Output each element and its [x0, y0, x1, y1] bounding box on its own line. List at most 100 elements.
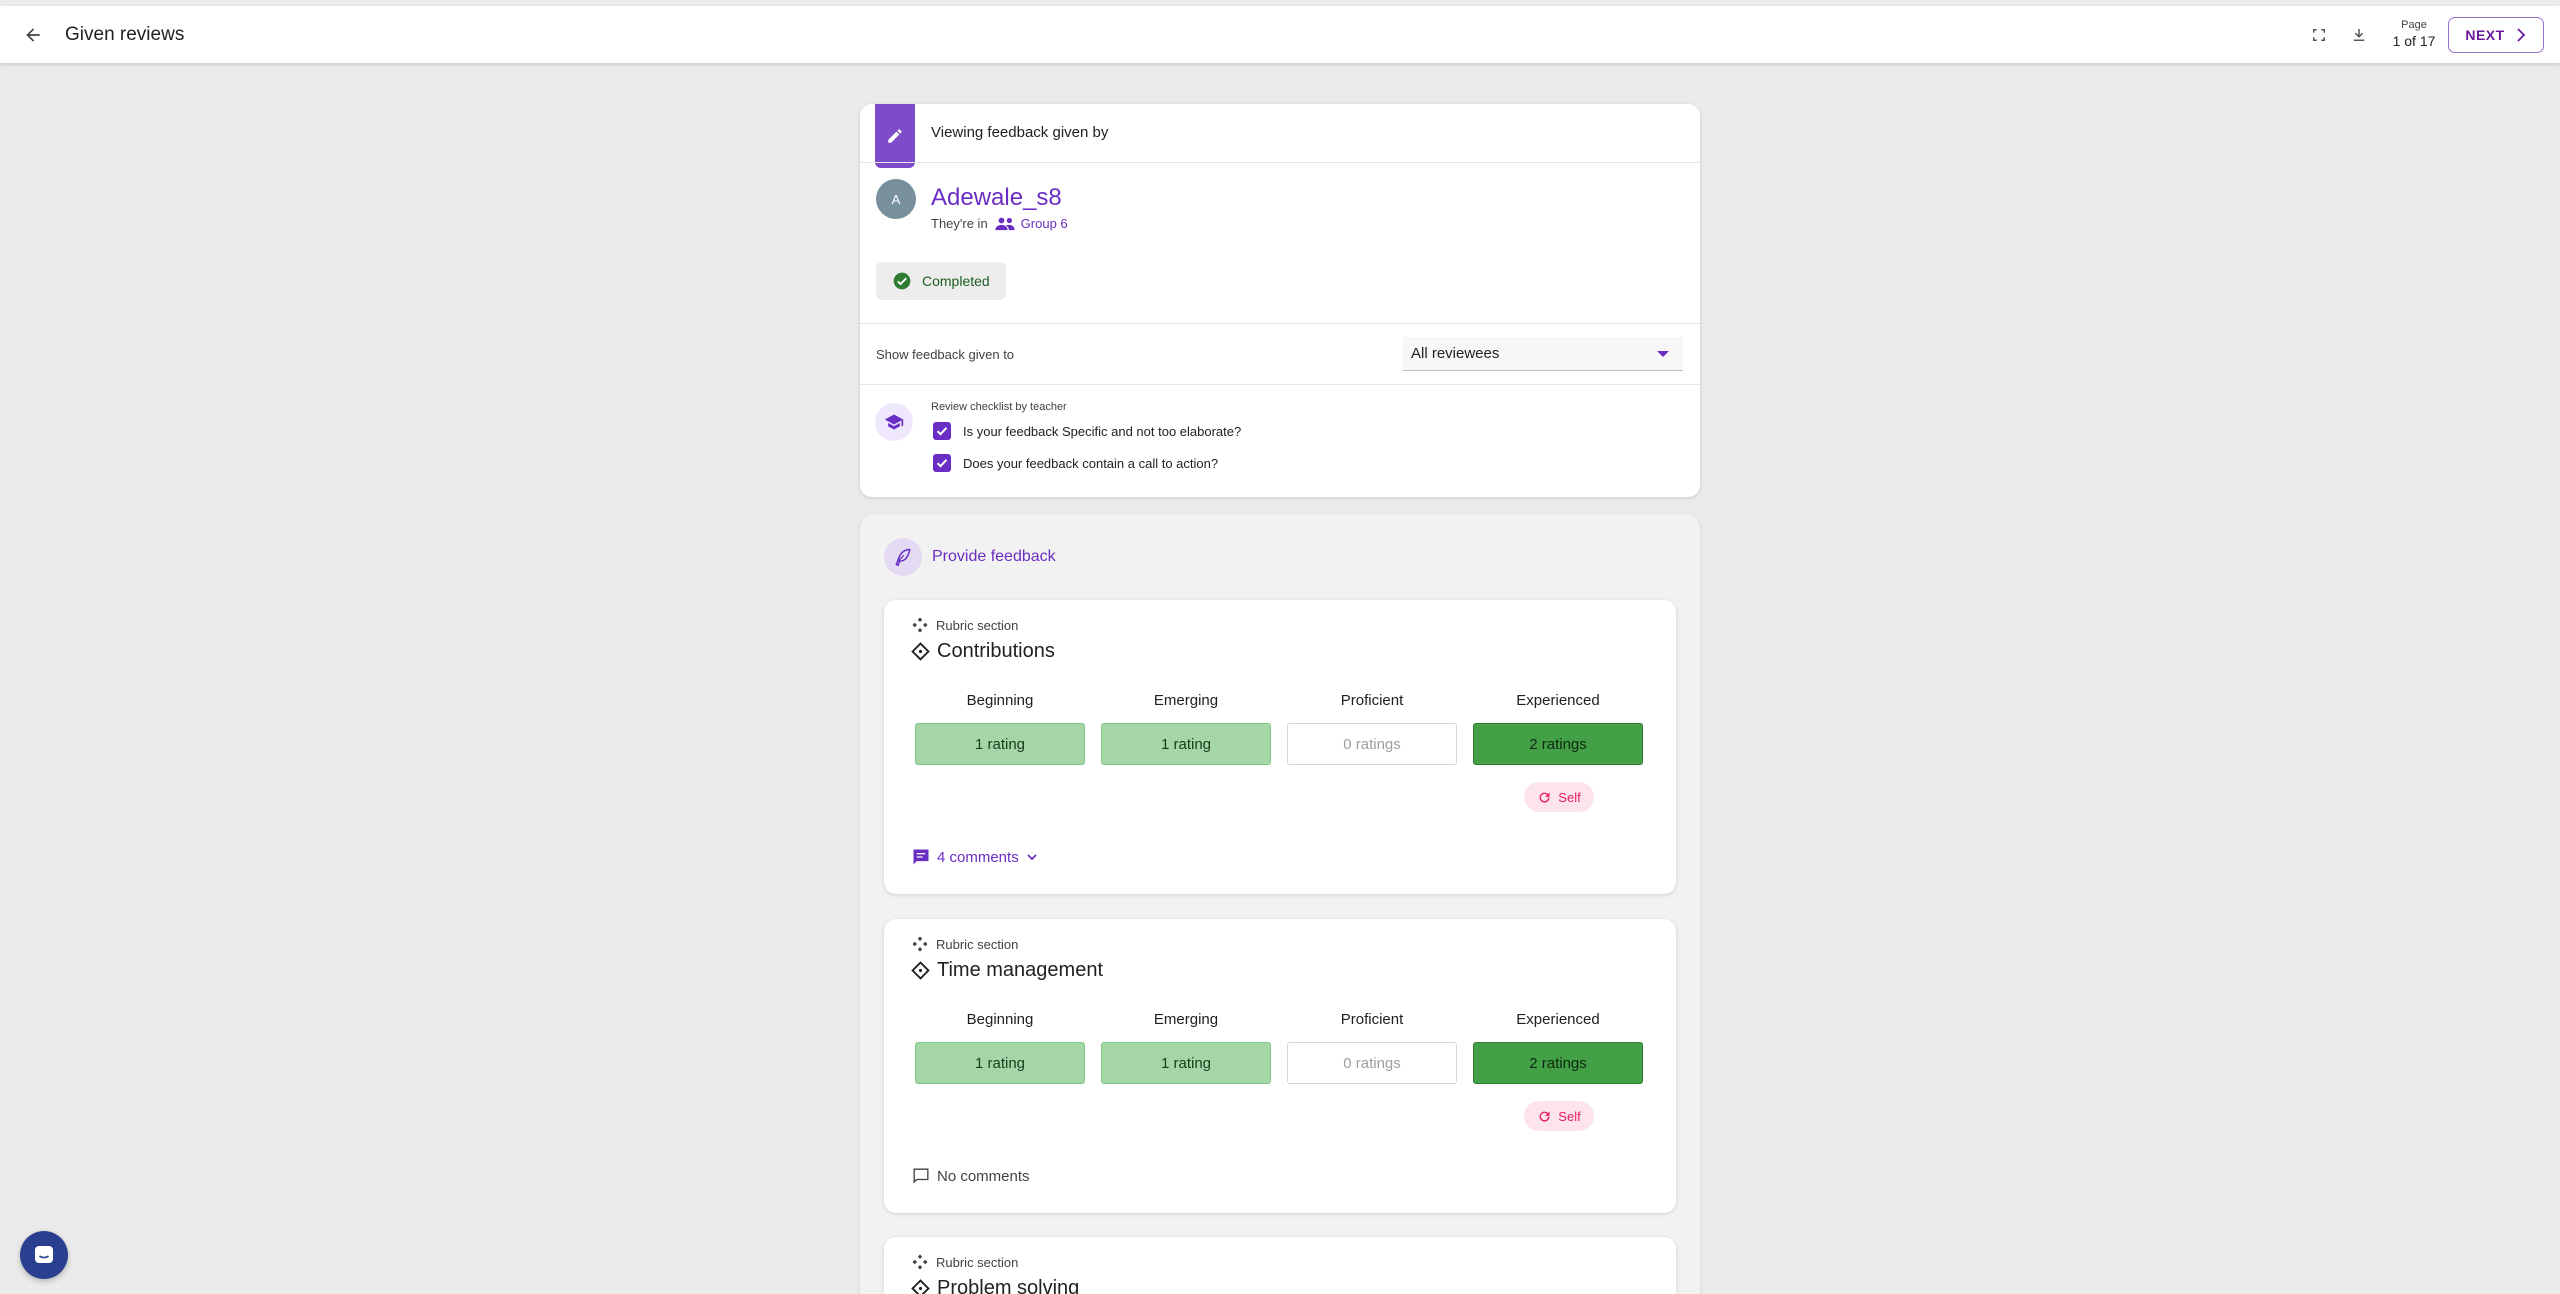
checklist-item-label: Is your feedback Specific and not too el… — [963, 423, 1242, 439]
rating-count[interactable]: 0 ratings — [1287, 1042, 1457, 1084]
group-name: Group 6 — [1020, 216, 1068, 231]
rating-levels: Beginning 1 rating Emerging 1 rating Pro… — [915, 1011, 1643, 1084]
rubric-section-label-text: Rubric section — [936, 617, 1019, 633]
refresh-icon — [1539, 792, 1550, 803]
checkbox-checked-icon[interactable] — [933, 454, 951, 472]
group-info: They're in Group 6 — [931, 216, 1068, 231]
rubric-diamonds-icon — [912, 617, 928, 633]
level-name: Emerging — [1153, 1011, 1219, 1028]
rubric-section-label: Rubric section — [911, 935, 1018, 953]
rating-count[interactable]: 1 rating — [1101, 723, 1271, 765]
level-experienced: Experienced 2 ratings — [1473, 692, 1643, 765]
next-button[interactable]: NEXT — [2448, 17, 2544, 53]
rubric-section-title: Time management — [911, 959, 1103, 982]
comments-toggle[interactable]: 4 comments — [911, 847, 1039, 867]
checkbox-checked-icon[interactable] — [933, 422, 951, 440]
rating-count[interactable]: 0 ratings — [1287, 723, 1457, 765]
level-name: Proficient — [1340, 692, 1404, 709]
level-proficient: Proficient 0 ratings — [1287, 692, 1457, 765]
level-experienced: Experienced 2 ratings — [1473, 1011, 1643, 1084]
group-icon — [995, 217, 1015, 230]
level-beginning: Beginning 1 rating — [915, 692, 1085, 765]
pencil-icon — [875, 104, 915, 168]
rubric-section-title: Contributions — [911, 640, 1055, 663]
level-name: Experienced — [1516, 1011, 1600, 1028]
feather-pen-icon — [884, 538, 922, 576]
avatar: A — [876, 179, 916, 219]
diamond-icon — [911, 642, 930, 661]
comment-icon — [913, 849, 929, 865]
refresh-icon — [1539, 1111, 1550, 1122]
rubric-diamonds-icon — [912, 936, 928, 952]
rubric-section-title: Problem solving — [911, 1277, 1079, 1294]
rubric-section-title-text: Contributions — [937, 640, 1055, 662]
level-emerging: Emerging 1 rating — [1101, 692, 1271, 765]
status-badge: Completed — [876, 262, 1006, 300]
app-header: Given reviews Page 1 of 17 NEXT — [0, 6, 2560, 64]
level-name: Experienced — [1516, 692, 1600, 709]
graduation-cap-icon — [875, 403, 913, 441]
checklist-item[interactable]: Is your feedback Specific and not too el… — [933, 422, 1241, 440]
level-name: Beginning — [966, 1011, 1034, 1028]
rubric-section-card: Rubric section Time management Beginning… — [884, 919, 1676, 1213]
rating-count[interactable]: 1 rating — [915, 723, 1085, 765]
reviewer-card: Viewing feedback given by A Adewale_s8 T… — [860, 104, 1700, 497]
rating-count[interactable]: 1 rating — [915, 1042, 1085, 1084]
fullscreen-icon[interactable] — [2305, 21, 2333, 49]
next-label: NEXT — [2465, 27, 2505, 43]
page-label: Page — [2401, 19, 2427, 31]
chat-launcher-icon[interactable] — [20, 1231, 68, 1279]
check-circle-icon — [893, 272, 911, 290]
comments-count: No comments — [937, 1167, 1030, 1185]
self-chip: Self — [1524, 782, 1594, 812]
back-arrow-icon[interactable] — [20, 22, 46, 48]
level-beginning: Beginning 1 rating — [915, 1011, 1085, 1084]
reviewer-name[interactable]: Adewale_s8 — [931, 184, 1062, 212]
rating-count[interactable]: 2 ratings — [1473, 723, 1643, 765]
checklist-item[interactable]: Does your feedback contain a call to act… — [933, 454, 1218, 472]
rubric-diamonds-icon — [912, 1254, 928, 1270]
diamond-icon — [911, 1279, 930, 1294]
comments-count: 4 comments — [937, 848, 1019, 866]
group-prefix: They're in — [931, 216, 988, 231]
rating-count[interactable]: 2 ratings — [1473, 1042, 1643, 1084]
level-name: Proficient — [1340, 1011, 1404, 1028]
viewing-text: Viewing feedback given by — [931, 124, 1109, 141]
divider — [860, 323, 1700, 324]
comment-outline-icon — [913, 1168, 929, 1184]
comments-toggle: No comments — [911, 1166, 1030, 1186]
rubric-section-title-text: Problem solving — [937, 1277, 1080, 1294]
level-proficient: Proficient 0 ratings — [1287, 1011, 1457, 1084]
rating-count[interactable]: 1 rating — [1101, 1042, 1271, 1084]
rubric-section-label-text: Rubric section — [936, 1254, 1019, 1270]
chevron-right-icon — [2517, 28, 2525, 42]
page-indicator: Page 1 of 17 — [2390, 19, 2438, 49]
checklist-title: Review checklist by teacher — [931, 401, 1067, 413]
reviewee-select[interactable]: All reviewees — [1403, 337, 1683, 371]
page-title: Given reviews — [65, 24, 185, 45]
checklist-item-label: Does your feedback contain a call to act… — [963, 455, 1219, 471]
diamond-icon — [911, 961, 930, 980]
rubric-section-card: Rubric section Problem solving — [884, 1237, 1676, 1294]
self-label: Self — [1558, 1108, 1581, 1124]
dropdown-arrow-icon — [1657, 351, 1669, 357]
level-emerging: Emerging 1 rating — [1101, 1011, 1271, 1084]
rubric-section-label-text: Rubric section — [936, 936, 1019, 952]
rubric-section-title-text: Time management — [937, 959, 1103, 981]
self-chip: Self — [1524, 1101, 1594, 1131]
group-link[interactable]: Group 6 — [994, 216, 1068, 231]
page-value: 1 of 17 — [2392, 33, 2436, 49]
rubric-section-label: Rubric section — [911, 1253, 1018, 1271]
level-name: Beginning — [966, 692, 1034, 709]
feedback-heading: Provide feedback — [884, 538, 1056, 576]
rating-levels: Beginning 1 rating Emerging 1 rating Pro… — [915, 692, 1643, 765]
reviewee-select-value: All reviewees — [1411, 345, 1500, 362]
self-label: Self — [1558, 789, 1581, 805]
divider — [860, 162, 1700, 163]
feedback-heading-text: Provide feedback — [932, 548, 1056, 565]
download-icon[interactable] — [2345, 21, 2373, 49]
chevron-down-icon — [1027, 854, 1037, 861]
rubric-section-label: Rubric section — [911, 616, 1018, 634]
rubric-section-card: Rubric section Contributions Beginning 1… — [884, 600, 1676, 894]
status-text: Completed — [922, 273, 990, 289]
